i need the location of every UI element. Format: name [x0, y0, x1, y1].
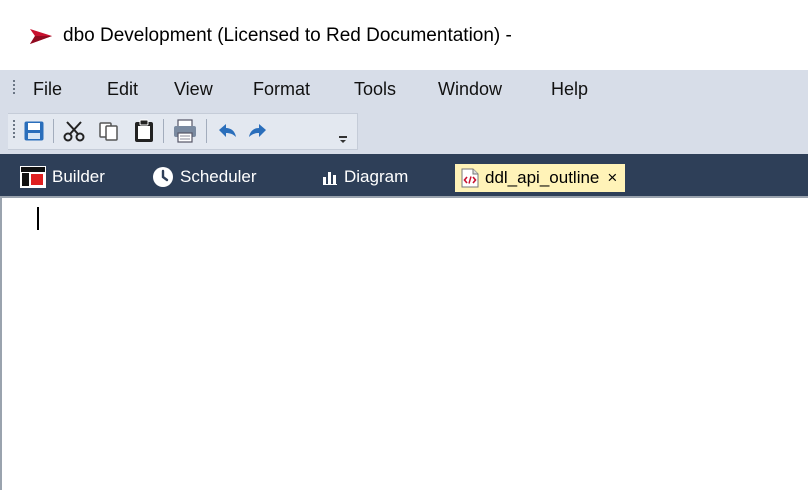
- text-caret: [37, 207, 39, 230]
- clock-icon: [152, 166, 174, 188]
- tab-label: ddl_api_outline: [485, 168, 600, 187]
- close-tab-icon[interactable]: ×: [607, 168, 617, 188]
- menu-view[interactable]: View: [174, 78, 213, 100]
- title-bar: dbo Development (Licensed to Red Documen…: [0, 0, 808, 70]
- tab-ddl-api-outline[interactable]: ddl_api_outline ×: [455, 164, 626, 192]
- toolbar-grip-icon[interactable]: [13, 120, 16, 140]
- code-file-icon: [461, 168, 479, 188]
- menu-format[interactable]: Format: [253, 78, 310, 100]
- menu-tools[interactable]: Tools: [354, 78, 396, 100]
- red-arrow-logo-icon: [30, 29, 52, 44]
- save-icon[interactable]: [20, 117, 48, 145]
- redo-icon[interactable]: [244, 117, 272, 145]
- toolbar-options-icon[interactable]: [336, 121, 350, 149]
- toolbar: [0, 108, 808, 154]
- window-title: dbo Development (Licensed to Red Documen…: [63, 25, 512, 46]
- builder-icon: [20, 166, 46, 188]
- cut-icon[interactable]: [60, 117, 88, 145]
- menu-edit[interactable]: Edit: [107, 78, 138, 100]
- tab-label: Scheduler: [180, 167, 257, 186]
- menu-file[interactable]: File: [33, 78, 62, 100]
- diagram-icon: [322, 169, 338, 185]
- copy-icon[interactable]: [95, 117, 123, 145]
- toolbar-separator: [206, 119, 207, 143]
- menu-window[interactable]: Window: [438, 78, 502, 100]
- tab-label: Builder: [52, 167, 105, 186]
- menu-help[interactable]: Help: [551, 78, 588, 100]
- menu-bar: File Edit View Format Tools Window Help: [0, 70, 808, 108]
- undo-icon[interactable]: [213, 117, 241, 145]
- tab-builder[interactable]: Builder: [20, 165, 105, 189]
- tab-scheduler[interactable]: Scheduler: [152, 165, 257, 189]
- paste-icon[interactable]: [130, 117, 158, 145]
- toolbar-separator: [163, 119, 164, 143]
- print-icon[interactable]: [171, 117, 199, 145]
- tab-diagram[interactable]: Diagram: [322, 165, 408, 189]
- code-editor[interactable]: [0, 196, 808, 490]
- document-tab-strip: Builder Scheduler Diagram ddl_api_outlin…: [0, 154, 808, 196]
- menubar-grip-icon[interactable]: [13, 80, 16, 96]
- toolbar-separator: [53, 119, 54, 143]
- tab-label: Diagram: [344, 167, 409, 186]
